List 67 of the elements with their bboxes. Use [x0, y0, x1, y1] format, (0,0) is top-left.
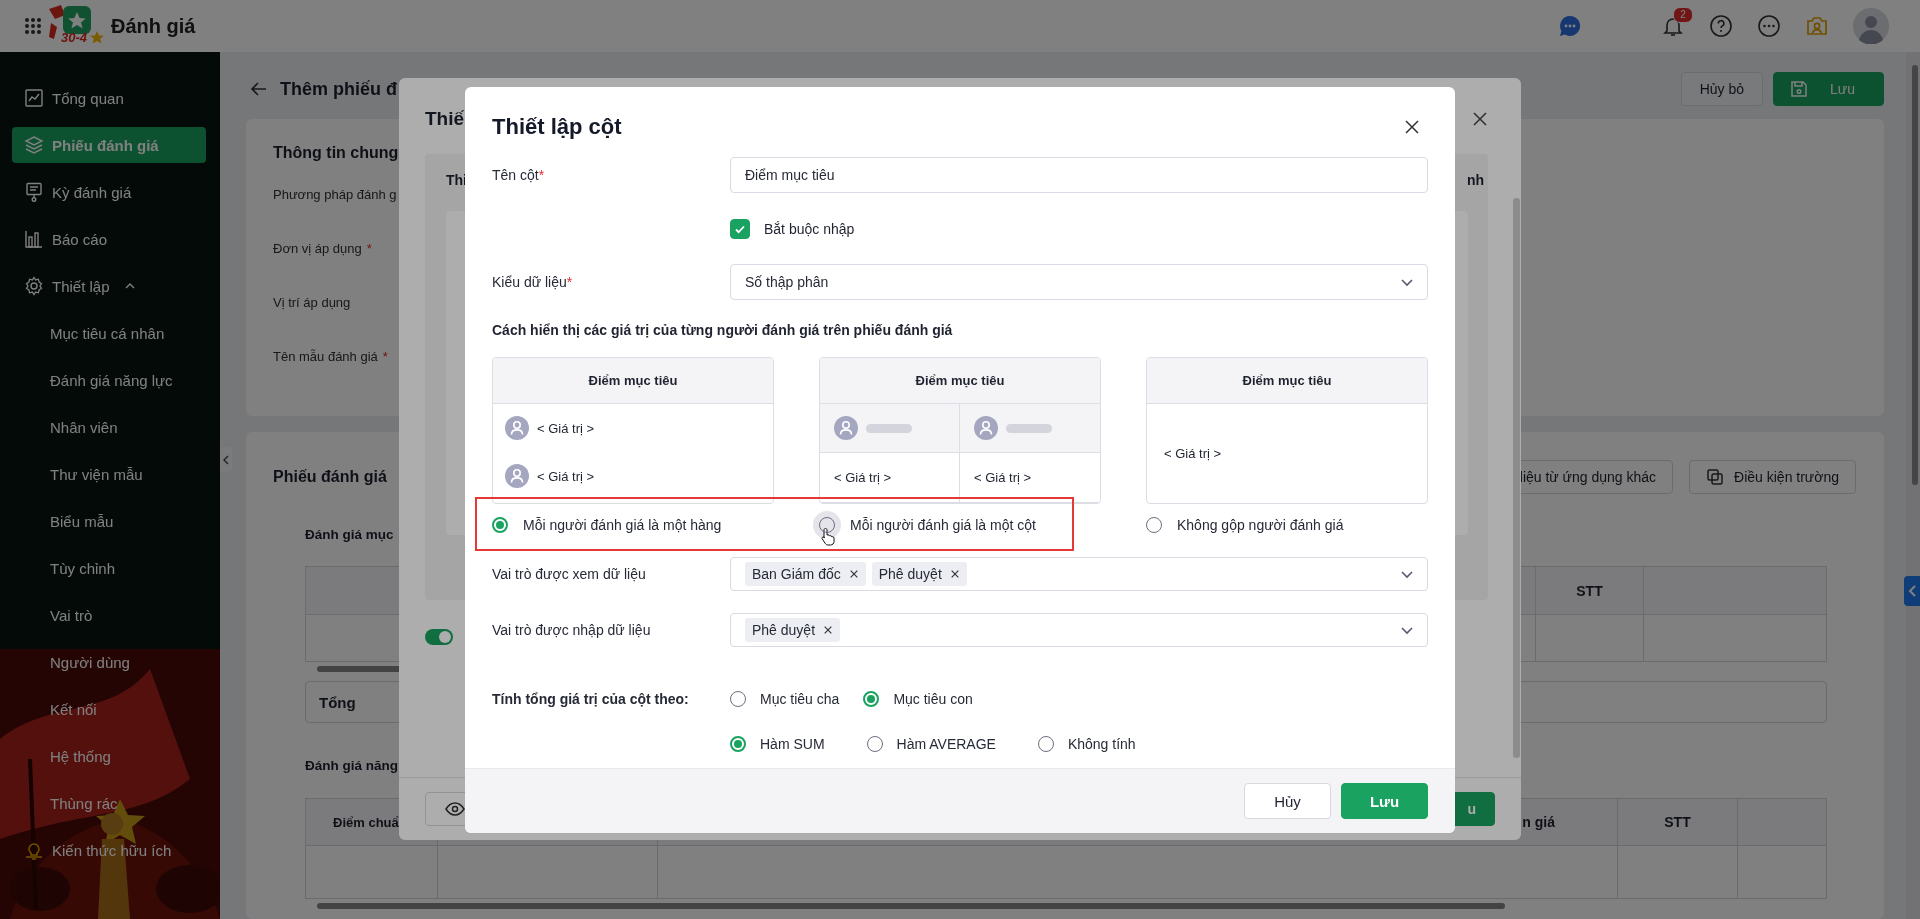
radio-label: Hàm SUM [760, 736, 825, 752]
sidebar-item[interactable]: Tổng quan [12, 80, 206, 116]
field-label: Tên cột* [492, 167, 546, 183]
tag[interactable]: Phê duyệt [745, 618, 841, 642]
sidebar-item[interactable]: Báo cáo [12, 221, 206, 257]
field-label: Tên mẫu đánh giá * [273, 348, 388, 364]
sidebar-item[interactable]: Kỳ đánh giá [12, 174, 206, 210]
sidebar-item[interactable]: Thư viện mẫu [12, 456, 206, 492]
sidebar-item[interactable]: Nhân viên [12, 409, 206, 445]
panel-header: nh [1466, 172, 1484, 188]
preview-value: < Giá trị > [537, 468, 595, 484]
card-title: Phiếu đánh giá [273, 467, 387, 487]
card-title: Thông tin chung [273, 143, 400, 163]
sidebar-item[interactable]: Thùng rác [12, 785, 206, 821]
radio-label: Không tính [1067, 736, 1136, 752]
preview-header: Điểm mục tiêu [493, 358, 773, 404]
tag[interactable]: Phê duyệt [871, 562, 967, 586]
select-field[interactable]: Số thập phân [730, 264, 1428, 300]
logo-caption: 30-4 [61, 31, 88, 45]
field-label: Kiểu dữ liệu* [492, 274, 574, 290]
text-field[interactable]: Điểm mục tiêu [730, 157, 1428, 193]
field-label: Vai trò được xem dữ liệu [492, 566, 647, 582]
radio-label: Mỗi người đánh giá là một hàng [523, 517, 722, 533]
radio-label: Mục tiêu con [893, 691, 973, 707]
checkbox-label: Bắt buộc nhập [764, 221, 855, 237]
sidebar-item[interactable]: Hệ thống [12, 738, 206, 774]
preview-header: Điểm mục tiêu [820, 358, 1100, 404]
section-title: Đánh giá mục [305, 526, 394, 544]
dialog-title: Thiết lập cột [492, 114, 622, 140]
field-label: Phương pháp đánh g [273, 186, 397, 202]
field-label: Đơn vị áp dụng * [273, 240, 372, 256]
section-title: Đánh giá năng [305, 757, 398, 775]
sidebar-item[interactable]: Vai trò [12, 597, 206, 633]
preview-value: < Giá trị > [974, 470, 1032, 485]
app-title: Đánh giá [111, 14, 196, 38]
sidebar-item[interactable]: Người dùng [12, 644, 206, 680]
total-label: Tổng [319, 693, 356, 711]
preview-value: < Giá trị > [537, 420, 595, 436]
preview-value: < Giá trị > [1164, 446, 1222, 461]
field-label: Vị trí áp dụng [273, 294, 351, 310]
column-header: STT [1536, 567, 1644, 615]
column-header: STT [1618, 799, 1738, 846]
field-label: Tính tổng giá trị của cột theo: [492, 691, 690, 707]
dialog-title: Thiế [425, 108, 465, 130]
radio-label: Mục tiêu cha [760, 691, 840, 707]
radio-label: Hàm AVERAGE [896, 736, 996, 752]
sidebar-item[interactable]: Kết nối [12, 691, 206, 727]
multi-select-field[interactable]: Phê duyệt [730, 613, 1428, 647]
radio-label: Không gộp người đánh giá [1177, 517, 1344, 533]
sidebar-item[interactable]: Đánh giá năng lực [12, 362, 206, 398]
radio-label: Mỗi người đánh giá là một cột [850, 517, 1036, 533]
cancel-button[interactable]: Hủy bỏ [1680, 72, 1764, 106]
preview-header: Điểm mục tiêu [1147, 358, 1427, 404]
multi-select-field[interactable]: Ban Giám đốc Phê duyệt [730, 557, 1428, 591]
tag[interactable]: Ban Giám đốc [745, 562, 866, 586]
sidebar-item[interactable]: Biểu mẫu [12, 503, 206, 539]
action-button[interactable]: Điều kiện trường [1689, 460, 1856, 494]
sidebar-item[interactable]: Thiết lập [12, 268, 206, 304]
save-button[interactable]: Lưu [1341, 783, 1428, 819]
cancel-button[interactable]: Hủy [1244, 783, 1331, 819]
section-heading: Cách hiển thị các giá trị của từng người đánh giá trên phiếu đánh giá [492, 321, 954, 339]
field-label: Vai trò được nhập dữ liệu [492, 622, 652, 638]
sidebar-item[interactable]: Tùy chỉnh [12, 550, 206, 586]
notification-badge: 2 [1673, 7, 1693, 23]
sidebar-item[interactable]: Mục tiêu cá nhân [12, 315, 206, 351]
preview-value: < Giá trị > [834, 470, 892, 485]
page-title: Thêm phiếu đ [280, 78, 397, 100]
